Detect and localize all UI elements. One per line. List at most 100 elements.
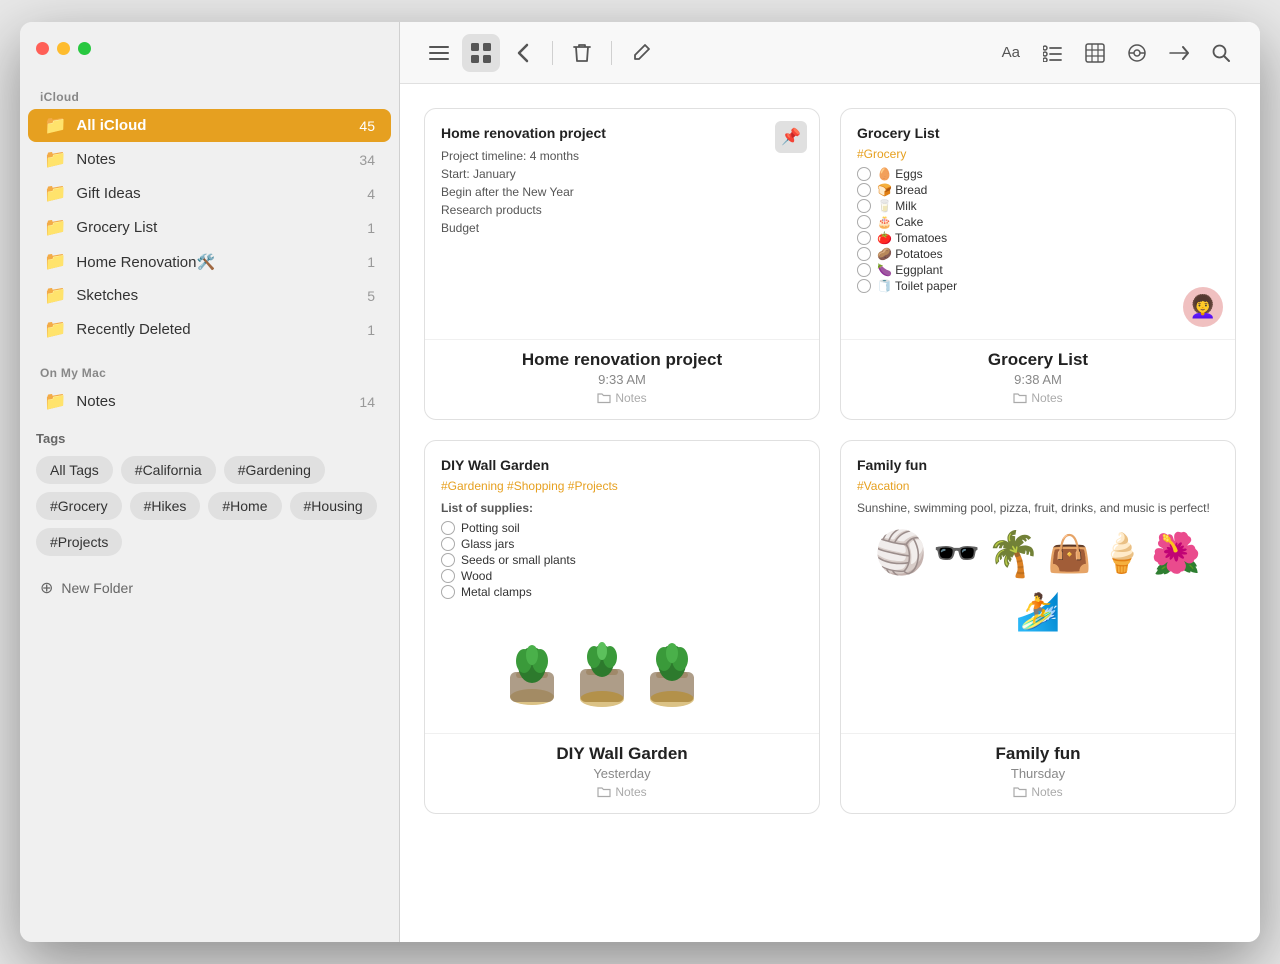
sidebar-item-notes[interactable]: 📁 Notes 34: [28, 143, 391, 176]
check-circle: [857, 279, 871, 293]
checklist-item: 🥚 Eggs: [857, 167, 1219, 181]
tags-label: Tags: [36, 431, 383, 446]
list-view-button[interactable]: [420, 34, 458, 72]
note-footer: Family fun Thursday Notes: [841, 733, 1235, 813]
sidebar-item-mac-notes[interactable]: 📁 Notes 14: [28, 385, 391, 418]
note-title: Grocery List: [857, 125, 1219, 141]
note-footer: DIY Wall Garden Yesterday Notes: [425, 733, 819, 813]
checklist-item: 🥔 Potatoes: [857, 247, 1219, 261]
note-preview: Family fun #Vacation Sunshine, swimming …: [841, 441, 1235, 733]
checklist-item: 🎂 Cake: [857, 215, 1219, 229]
checklist-item: Glass jars: [441, 537, 803, 551]
tag-housing[interactable]: #Housing: [290, 492, 377, 520]
new-folder-label: New Folder: [61, 580, 133, 596]
sticker-sunglasses: 🕶️: [933, 532, 980, 576]
folder-icon: 📁: [44, 251, 66, 272]
checklist-item: Wood: [441, 569, 803, 583]
note-title: DIY Wall Garden: [441, 457, 803, 473]
note-card-grocery[interactable]: Grocery List #Grocery 🥚 Eggs 🍞 Bread 🥛 M…: [840, 108, 1236, 420]
checklist-item: 🥛 Milk: [857, 199, 1219, 213]
checklist-item: 🍞 Bread: [857, 183, 1219, 197]
delete-button[interactable]: [563, 34, 601, 72]
sidebar-item-label: Sketches: [76, 287, 357, 304]
sidebar-item-recently-deleted[interactable]: 📁 Recently Deleted 1: [28, 313, 391, 346]
note-footer-title: Home renovation project: [425, 350, 819, 370]
note-tag: #Vacation: [857, 479, 1219, 493]
share-button[interactable]: [1118, 34, 1156, 72]
sidebar-item-gift-ideas[interactable]: 📁 Gift Ideas 4: [28, 177, 391, 210]
sidebar-item-label: Grocery List: [76, 219, 357, 236]
tag-gardening[interactable]: #Gardening: [224, 456, 325, 484]
plus-icon: ⊕: [40, 578, 53, 598]
checklist: Potting soil Glass jars Seeds or small p…: [441, 521, 803, 599]
checklist-button[interactable]: [1034, 34, 1072, 72]
checklist-item: 🍆 Eggplant: [857, 263, 1219, 277]
tag-all-tags[interactable]: All Tags: [36, 456, 113, 484]
checklist-item: Seeds or small plants: [441, 553, 803, 567]
sidebar-item-all-icloud[interactable]: 📁 All iCloud 45: [28, 109, 391, 142]
sidebar-item-count: 34: [359, 152, 375, 168]
note-text: Sunshine, swimming pool, pizza, fruit, d…: [857, 499, 1219, 517]
minimize-button[interactable]: [57, 42, 70, 55]
tag-hikes[interactable]: #Hikes: [130, 492, 201, 520]
note-preview: Grocery List #Grocery 🥚 Eggs 🍞 Bread 🥛 M…: [841, 109, 1235, 339]
sidebar-item-sketches[interactable]: 📁 Sketches 5: [28, 279, 391, 312]
note-preview: Home renovation project 📌 Project timeli…: [425, 109, 819, 339]
note-card-family-fun[interactable]: Family fun #Vacation Sunshine, swimming …: [840, 440, 1236, 814]
more-button[interactable]: [1160, 34, 1198, 72]
note-footer-title: Family fun: [841, 744, 1235, 764]
format-button[interactable]: Aa: [992, 34, 1030, 72]
tag-home[interactable]: #Home: [208, 492, 281, 520]
back-button[interactable]: [504, 34, 542, 72]
format-label: Aa: [1002, 44, 1020, 61]
titlebar: [20, 22, 399, 74]
note-title: Home renovation project: [441, 125, 803, 141]
toolbar-divider: [552, 41, 553, 65]
checklist-item: 🍅 Tomatoes: [857, 231, 1219, 245]
folder-icon: 📁: [44, 149, 66, 170]
tags-grid: All Tags #California #Gardening #Grocery…: [36, 456, 383, 556]
new-folder-button[interactable]: ⊕ New Folder: [20, 568, 399, 608]
main-content: Aa Home renovation project: [400, 22, 1260, 942]
pin-icon: 📌: [775, 121, 807, 153]
check-circle: [441, 569, 455, 583]
sidebar-item-grocery-list[interactable]: 📁 Grocery List 1: [28, 211, 391, 244]
sidebar: iCloud 📁 All iCloud 45 📁 Notes 34 📁 Gift…: [20, 22, 400, 942]
close-button[interactable]: [36, 42, 49, 55]
search-button[interactable]: [1202, 34, 1240, 72]
notes-grid: Home renovation project 📌 Project timeli…: [400, 84, 1260, 942]
compose-button[interactable]: [622, 34, 660, 72]
sidebar-item-count: 4: [367, 186, 375, 202]
tag-projects[interactable]: #Projects: [36, 528, 122, 556]
folder-icon: 📁: [44, 285, 66, 306]
icloud-label: iCloud: [20, 82, 399, 108]
sidebar-item-label: Notes: [76, 151, 349, 168]
checklist-item: 🧻 Toilet paper: [857, 279, 1219, 293]
note-footer-folder: Notes: [841, 785, 1235, 799]
note-title: Family fun: [857, 457, 1219, 473]
maximize-button[interactable]: [78, 42, 91, 55]
sticker-icecream: 🍦: [1098, 532, 1145, 576]
note-card-home-reno[interactable]: Home renovation project 📌 Project timeli…: [424, 108, 820, 420]
sidebar-item-home-renovation[interactable]: 📁 Home Renovation🛠️ 1: [28, 245, 391, 278]
check-circle: [857, 167, 871, 181]
folder-icon: 📁: [44, 115, 66, 136]
folder-icon: 📁: [44, 183, 66, 204]
checklist-item: Metal clamps: [441, 585, 803, 599]
check-circle: [441, 585, 455, 599]
checklist-item: Potting soil: [441, 521, 803, 535]
sidebar-item-label: Gift Ideas: [76, 185, 357, 202]
folder-icon: 📁: [44, 319, 66, 340]
note-tag: #Gardening #Shopping #Projects: [441, 479, 803, 493]
note-footer-folder: Notes: [425, 391, 819, 405]
sticker-area: 🏐 🕶️ 🌴 👜 🍦 🌺 🏄: [857, 525, 1219, 635]
grid-view-button[interactable]: [462, 34, 500, 72]
sidebar-item-count: 1: [367, 254, 375, 270]
note-card-diy-garden[interactable]: DIY Wall Garden #Gardening #Shopping #Pr…: [424, 440, 820, 814]
note-text: Project timeline: 4 months Start: Januar…: [441, 147, 803, 237]
tag-california[interactable]: #California: [121, 456, 216, 484]
note-footer-folder: Notes: [425, 785, 819, 799]
note-supplies-header: List of supplies:: [441, 499, 803, 517]
tag-grocery[interactable]: #Grocery: [36, 492, 122, 520]
table-button[interactable]: [1076, 34, 1114, 72]
